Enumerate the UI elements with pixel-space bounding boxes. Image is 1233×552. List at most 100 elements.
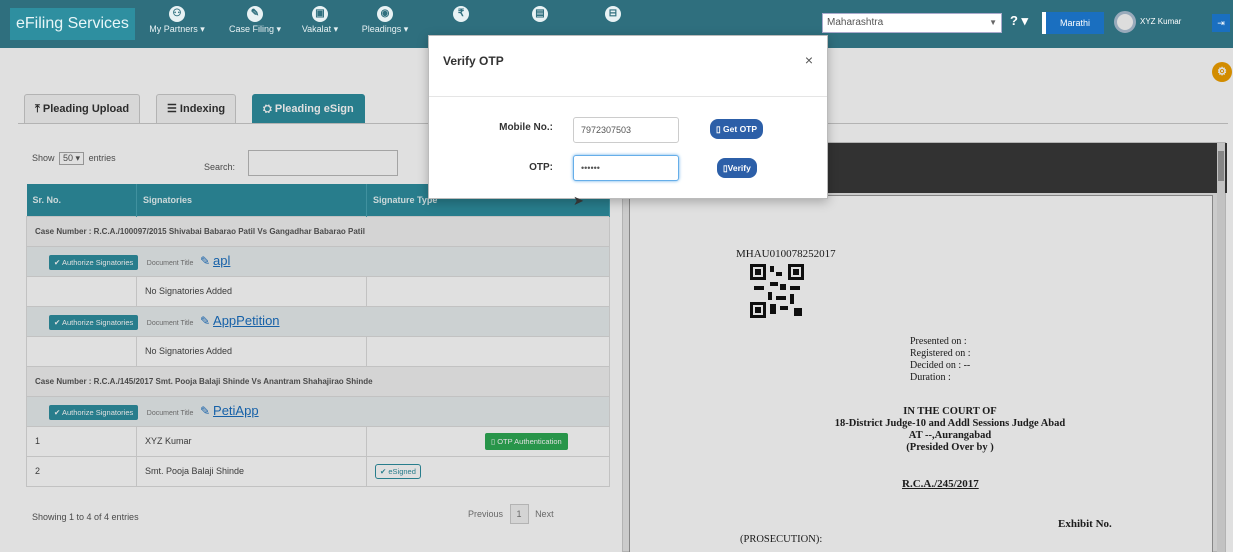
- brand-title[interactable]: eFiling Services: [10, 8, 135, 40]
- mobile-field[interactable]: 7972307503: [573, 117, 679, 143]
- show-entries: Show 50 ▾ entries: [32, 152, 116, 165]
- nav-case-filing[interactable]: ✎ Case Filing ▾: [220, 6, 290, 42]
- entries-select[interactable]: 50 ▾: [59, 152, 85, 165]
- sr-no-cell: 2: [26, 455, 137, 487]
- edit-icon[interactable]: ✎: [200, 314, 210, 328]
- signatory-name-cell: XYZ Kumar: [136, 425, 367, 457]
- pleadings-icon: ◉: [377, 6, 393, 22]
- pagination: Previous 1 Next: [468, 504, 554, 524]
- document-row: ✔ Authorize Signatories Document Title ✎…: [26, 305, 610, 337]
- signature-type-cell: ✔ eSigned: [366, 455, 610, 487]
- tab-pleading-upload[interactable]: ⤒ Pleading Upload: [24, 94, 141, 124]
- verify-otp-modal: Verify OTP × Mobile No.: 7972307503 ▯ Ge…: [428, 35, 828, 199]
- document-case-number: R.C.A./245/2017: [902, 478, 979, 490]
- search-input[interactable]: [248, 150, 398, 176]
- exhibit-label: Exhibit No.: [1058, 518, 1112, 530]
- edit-icon[interactable]: ✎: [200, 254, 210, 268]
- otp-field[interactable]: ••••••: [573, 155, 679, 181]
- pencil-icon: ✎: [247, 6, 263, 22]
- table-cell: [26, 275, 137, 307]
- registered-on-line: Registered on :: [910, 348, 971, 359]
- document-icon: ▤: [532, 6, 548, 22]
- nav-label: Case Filing ▾: [228, 24, 282, 34]
- court-line: AT --,Aurangabad: [908, 430, 992, 441]
- state-value: Maharashtra: [827, 17, 884, 28]
- signature-type-cell: ▯ OTP Authentication: [366, 425, 610, 457]
- qr-code-icon: [750, 264, 804, 318]
- nav-label: Pleadings ▾: [361, 24, 409, 34]
- document-title-label: Document Title: [146, 319, 194, 327]
- bag-icon: ⊟: [605, 6, 621, 22]
- page-1-button[interactable]: 1: [509, 504, 529, 524]
- edit-icon[interactable]: ✎: [200, 404, 210, 418]
- court-heading: IN THE COURT OF 18-District Judge-10 and…: [770, 406, 1130, 454]
- document-row: ✔ Authorize Signatories Document Title ✎…: [26, 245, 610, 277]
- language-button[interactable]: Marathi: [1042, 12, 1104, 34]
- state-select[interactable]: Maharashtra ▼: [822, 13, 1002, 33]
- table-cell: [366, 275, 610, 307]
- modal-title: Verify OTP: [443, 54, 504, 68]
- document-link-apl[interactable]: apl: [213, 253, 230, 268]
- table-info: Showing 1 to 4 of 4 entries: [32, 512, 139, 522]
- document-page: MHAU010078252017 Presented on : Register…: [629, 195, 1213, 552]
- show-suffix: entries: [88, 153, 116, 163]
- modal-divider: [429, 96, 827, 97]
- table-cell: [366, 335, 610, 367]
- table-cell: [26, 335, 137, 367]
- nav-pleadings[interactable]: ◉ Pleadings ▾: [352, 6, 418, 42]
- logout-icon[interactable]: ⇥: [1212, 14, 1230, 32]
- authorize-signatories-button[interactable]: ✔ Authorize Signatories: [49, 314, 139, 330]
- signatory-name-cell: Smt. Pooja Balaji Shinde: [136, 455, 367, 487]
- authorize-signatories-button[interactable]: ✔ Authorize Signatories: [49, 254, 139, 270]
- duration-line: Duration :: [910, 372, 951, 383]
- document-link-apppetition[interactable]: AppPetition: [213, 313, 280, 328]
- handshake-icon: ⚇: [169, 6, 185, 22]
- user-name[interactable]: XYZ Kumar: [1140, 17, 1181, 26]
- column-header-sr-no[interactable]: Sr. No.: [26, 184, 137, 216]
- sr-no-cell: 1: [26, 425, 137, 457]
- help-menu-button[interactable]: ? ▾: [1010, 13, 1028, 29]
- esigned-badge: ✔ eSigned: [375, 463, 421, 479]
- previous-page-button[interactable]: Previous: [468, 509, 503, 519]
- case-dates: Presented on : Registered on : Decided o…: [910, 336, 971, 384]
- scrollbar-thumb[interactable]: [1218, 151, 1224, 181]
- column-header-signatories[interactable]: Signatories: [136, 184, 367, 216]
- document-row: ✔ Authorize Signatories Document Title ✎…: [26, 395, 610, 427]
- get-otp-button[interactable]: ▯ Get OTP: [710, 119, 764, 139]
- document-title-label: Document Title: [146, 259, 194, 267]
- case-number-row: Case Number : R.C.A./100097/2015 Shivaba…: [26, 215, 610, 247]
- prosecution-label: (PROSECUTION):: [740, 534, 823, 545]
- nav-label: My Partners ▾: [149, 24, 205, 34]
- tab-indexing[interactable]: ☰ Indexing: [156, 94, 237, 124]
- authorize-signatories-button[interactable]: ✔ Authorize Signatories: [49, 404, 139, 420]
- otp-label: OTP:: [529, 162, 553, 173]
- next-page-button[interactable]: Next: [535, 509, 554, 519]
- document-id: MHAU010078252017: [736, 248, 836, 260]
- mobile-label: Mobile No.:: [499, 122, 553, 133]
- document-preview: MHAU010078252017 Presented on : Register…: [622, 142, 1227, 552]
- rupee-icon: ₹: [453, 6, 469, 22]
- document-title-label: Document Title: [146, 409, 194, 417]
- verify-button[interactable]: ▯Verify: [717, 158, 757, 178]
- court-line: IN THE COURT OF: [903, 406, 997, 417]
- tab-pleading-esign[interactable]: ⛭ Pleading eSign: [252, 94, 365, 124]
- close-icon[interactable]: ×: [805, 52, 813, 68]
- search-label: Search:: [204, 162, 236, 172]
- otp-authentication-button[interactable]: ▯ OTP Authentication: [485, 432, 568, 450]
- mouse-cursor-icon: ➤: [573, 193, 584, 208]
- decided-on-line: Decided on : --: [910, 360, 971, 371]
- nav-label: Vakalat ▾: [301, 24, 339, 34]
- chevron-down-icon: ▼: [989, 18, 997, 27]
- avatar[interactable]: [1114, 11, 1136, 33]
- nav-my-partners[interactable]: ⚇ My Partners ▾: [142, 6, 212, 42]
- vakalat-icon: ▣: [312, 6, 328, 22]
- show-prefix: Show: [32, 153, 55, 163]
- help-circle-icon[interactable]: ⚙: [1212, 62, 1232, 82]
- court-line: 18-District Judge-10 and Addl Sessions J…: [834, 418, 1066, 429]
- scrollbar[interactable]: [1217, 143, 1225, 552]
- document-link-petiapp[interactable]: PetiApp: [213, 403, 259, 418]
- no-signatories-text: No Signatories Added: [136, 275, 367, 307]
- no-signatories-text: No Signatories Added: [136, 335, 367, 367]
- presented-on-line: Presented on :: [910, 336, 967, 347]
- nav-vakalat[interactable]: ▣ Vakalat ▾: [292, 6, 348, 42]
